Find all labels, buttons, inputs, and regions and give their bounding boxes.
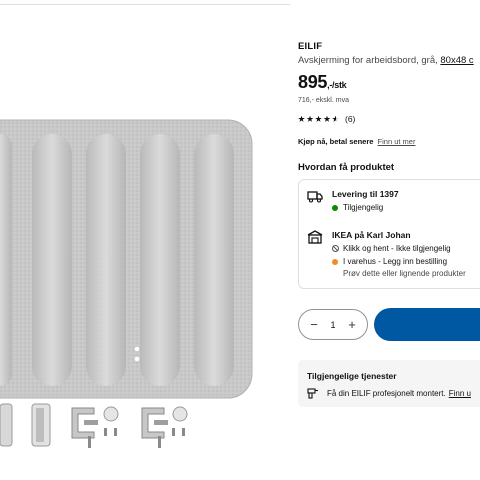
delivery-row[interactable]: Levering til 1397 Tilgjengelig xyxy=(307,189,399,212)
size-link[interactable]: 80x48 c xyxy=(440,55,473,66)
half-star-icon xyxy=(332,115,339,122)
quantity-value[interactable]: 1 xyxy=(330,320,335,330)
star-icon xyxy=(315,115,322,122)
in-store-status: I varehus - Legg inn bestilling xyxy=(332,257,466,266)
rating-stars xyxy=(298,115,339,123)
price-ex-vat: 716,- ekskl. mva xyxy=(298,97,349,104)
star-icon xyxy=(298,115,305,122)
product-description-text: Avskjerming for arbeidsbord, grå, xyxy=(298,55,438,66)
services-title: Tilgjengelige tjenester xyxy=(307,371,397,381)
delivery-status: Tilgjengelig xyxy=(332,203,399,212)
truck-icon xyxy=(307,191,323,203)
product-info-panel: EILIF Avskjerming for arbeidsbord, grå, … xyxy=(298,0,480,480)
click-collect-text: Klikk og hent - Ikke tilgjengelig xyxy=(343,244,451,253)
star-icon xyxy=(306,115,314,122)
star-icon xyxy=(323,115,331,122)
increase-quantity-button[interactable]: + xyxy=(341,314,363,336)
available-dot-icon xyxy=(332,204,338,211)
delivery-options-box: Levering til 1397 Tilgjengelig IKEA på K… xyxy=(298,179,480,289)
rating-count: (6) xyxy=(345,114,356,124)
product-parts-thumbnails[interactable] xyxy=(0,400,290,460)
product-gallery xyxy=(0,0,290,480)
click-collect-status: Klikk og hent - Ikke tilgjengelig xyxy=(332,244,466,253)
alternative-products-note: Prøv dette eller lignende produkter xyxy=(343,269,466,278)
product-image-screen-panel[interactable] xyxy=(0,118,290,400)
delivery-status-text: Tilgjengelig xyxy=(343,203,384,212)
assembly-service-link[interactable]: Finn u xyxy=(449,389,471,398)
delivery-title: Levering til 1397 xyxy=(332,189,399,199)
services-box: Tilgjengelige tjenester Få din EILIF pro… xyxy=(298,360,480,407)
store-title: IKEA på Karl Johan xyxy=(332,230,411,240)
add-to-cart-button[interactable] xyxy=(374,308,480,341)
product-name: EILIF xyxy=(298,41,323,52)
store-row[interactable]: IKEA på Karl Johan Klikk og hent - Ikke … xyxy=(307,230,466,278)
drill-icon xyxy=(307,388,318,399)
product-rating[interactable]: (6) xyxy=(298,114,355,124)
in-store-text: I varehus - Legg inn bestilling xyxy=(343,257,448,266)
delivery-section-title: Hvordan få produktet xyxy=(298,162,395,173)
assembly-service-row: Få din EILIF profesjonelt montert. Finn … xyxy=(307,388,471,399)
store-icon xyxy=(307,230,323,244)
quantity-stepper: − 1 + xyxy=(298,309,368,340)
payment-learn-more-link[interactable]: Finn ut mer xyxy=(378,137,416,146)
assembly-service-text: Få din EILIF profesjonelt montert. xyxy=(327,389,446,398)
product-description: Avskjerming for arbeidsbord, grå, 80x48 … xyxy=(298,55,474,66)
product-price: 895,-/stk xyxy=(298,72,347,93)
decrease-quantity-button[interactable]: − xyxy=(303,314,325,336)
payment-info: Kjøp nå, betal senere Finn ut mer xyxy=(298,137,415,146)
top-divider xyxy=(0,4,290,5)
unavailable-icon xyxy=(332,245,339,252)
payment-text: Kjøp nå, betal senere xyxy=(298,137,374,146)
price-unit: ,-/stk xyxy=(327,80,347,90)
price-main: 895 xyxy=(298,72,328,92)
order-dot-icon xyxy=(332,258,338,265)
